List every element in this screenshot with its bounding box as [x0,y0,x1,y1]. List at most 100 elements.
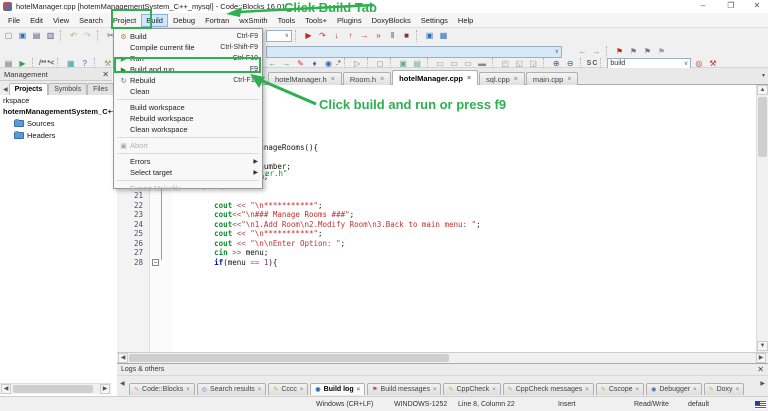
logs-tab-cscope[interactable]: ✎ Cscope × [595,383,645,395]
tab-list-icon[interactable]: ▾ [762,72,765,79]
tree-item-hotemmanagementsystem-c-m[interactable]: hotemManagementSystem_C++_m [3,107,127,116]
next-instruction-icon[interactable]: → [358,30,371,42]
bookmark-icon[interactable]: ⚑ [613,46,626,58]
scroll-up-icon[interactable]: ▲ [757,85,768,95]
menubar-item-debug[interactable]: Debug [168,14,200,27]
close-button[interactable]: ✕ [748,1,766,11]
menubar-item-view[interactable]: View [48,14,74,27]
step-instruction-icon[interactable]: » [372,30,385,42]
menubar-item-doxyblocks[interactable]: DoxyBlocks [367,14,416,27]
editor-tab-hotelmanager-h[interactable]: hotelManager.h × [268,72,342,86]
logs-scroll-right-icon[interactable]: ▶ [760,380,765,387]
tab-close-icon[interactable]: × [331,76,335,83]
stop-debug-icon[interactable]: ■ [400,30,413,42]
logs-tab-debugger[interactable]: ◉ Debugger × [646,383,702,395]
build-menu-item-select-target[interactable]: Select target ▶ [114,167,262,178]
scroll-down-icon[interactable]: ▼ [757,341,768,351]
maximize-button[interactable]: ❐ [722,1,740,11]
tabs-scroll-left-icon[interactable]: ◀ [2,86,9,95]
open-file-icon[interactable]: ▣ [16,30,29,42]
scroll-left-icon[interactable]: ◀ [1,384,11,394]
management-tab-symbols[interactable]: Symbols [48,83,88,95]
chevron-down-icon[interactable]: ∨ [684,60,688,67]
scroll-right-icon[interactable]: ▶ [756,353,766,363]
scroll-thumb[interactable] [129,354,449,362]
menubar-item-tools[interactable]: Tools+ [300,14,332,27]
scroll-right-icon[interactable]: ▶ [100,384,110,394]
logs-tab-build-messages[interactable]: ⚑ Build messages × [367,383,442,395]
tree-item-sources[interactable]: Sources [14,119,55,128]
menubar-item-tools[interactable]: Tools [273,14,301,27]
build-menu-item-errors[interactable]: Errors ▶ [114,156,262,167]
management-close-icon[interactable]: ✕ [102,70,109,79]
redo-icon[interactable]: ↷ [81,30,94,42]
clear-bookmarks-icon[interactable]: ⚑ [655,46,668,58]
management-tab-files[interactable]: Files [87,83,114,95]
editor-tab-sql-cpp[interactable]: sql.cpp × [479,72,525,86]
logs-tab-search-results[interactable]: ◎ Search results × [196,383,267,395]
management-tab-projects[interactable]: Projects [8,83,49,95]
build-menu-item-rebuild[interactable]: ↻ Rebuild Ctrl-F11 [114,75,262,86]
save-all-icon[interactable]: ▥ [44,30,57,42]
editor-tab-main-cpp[interactable]: main.cpp × [525,72,579,86]
tab-close-icon[interactable]: × [585,387,589,393]
menubar-item-wxsmith[interactable]: wxSmith [234,14,272,27]
chevron-down-icon[interactable]: ∨ [555,48,559,55]
tab-close-icon[interactable]: × [467,75,471,82]
menubar-item-plugins[interactable]: Plugins [332,14,367,27]
chevron-down-icon[interactable]: ∨ [285,32,289,39]
tab-close-icon[interactable]: × [258,387,262,393]
build-menu-item-build-workspace[interactable]: Build workspace [114,102,262,113]
logs-scroll-left-icon[interactable]: ◀ [120,380,125,387]
fold-collapse-icon[interactable]: − [152,258,159,266]
tree-item-rkspace[interactable]: rkspace [3,96,29,105]
tab-close-icon[interactable]: × [300,387,304,393]
tab-close-icon[interactable]: × [357,387,361,393]
menubar-item-help[interactable]: Help [453,14,478,27]
build-target-combo[interactable]: ∨ [266,29,292,42]
pause-icon[interactable]: ‖ [386,30,399,42]
tab-close-icon[interactable]: × [567,76,571,83]
build-menu-item-build[interactable]: ⚙ Build Ctrl-F9 [114,31,262,42]
minimize-button[interactable]: – [694,1,712,11]
management-hscrollbar[interactable]: ◀ ▶ [0,383,111,394]
tab-close-icon[interactable]: × [380,76,384,83]
new-file-icon[interactable]: ▢ [2,30,15,42]
build-menu-item-rebuild-workspace[interactable]: Rebuild workspace [114,113,262,124]
tree-item-headers[interactable]: Headers [14,131,55,140]
scroll-left-icon[interactable]: ◀ [118,353,128,363]
editor-tab-room-h[interactable]: Room.h × [342,72,392,86]
undo-icon[interactable]: ↶ [67,30,80,42]
menubar-item-fortran[interactable]: Fortran [200,14,234,27]
debug-window-icon[interactable]: ▣ [423,30,436,42]
scroll-thumb[interactable] [13,385,93,393]
logs-tab-build-log[interactable]: ◉ Build log × [310,383,366,395]
build-menu-item-clean-workspace[interactable]: Clean workspace [114,124,262,135]
back-icon[interactable]: ← [576,46,589,58]
menubar-item-settings[interactable]: Settings [416,14,453,27]
logs-tab-cppcheck[interactable]: ✎ CppCheck × [443,383,501,395]
debug-run-icon[interactable]: ▶ [302,30,315,42]
incremental-search-combo[interactable]: ∨ [266,45,562,58]
step-over-icon[interactable]: ↷ [316,30,329,42]
logs-tab-code-blocks[interactable]: ✎ Code::Blocks × [129,383,195,395]
save-icon[interactable]: ▤ [30,30,43,42]
editor-vscrollbar[interactable]: ▲ ▼ [756,85,768,352]
scroll-thumb[interactable] [758,97,767,157]
logs-tab-cppcheck-messages[interactable]: ✎ CppCheck messages × [502,383,594,395]
logs-tab-doxy[interactable]: ✎ Doxy × [703,383,745,395]
menubar-item-file[interactable]: File [3,14,25,27]
debug-info-icon[interactable]: ▦ [437,30,450,42]
logs-close-icon[interactable]: ✕ [757,365,764,374]
logs-tab-cccc[interactable]: ✎ Cccc × [268,383,309,395]
menubar-item-search[interactable]: Search [74,14,108,27]
build-menu-item-compile-current-file[interactable]: Compile current file Ctrl-Shift-F9 [114,42,262,53]
prev-bookmark-icon[interactable]: ⚑ [627,46,640,58]
tab-close-icon[interactable]: × [693,387,697,393]
menubar-item-edit[interactable]: Edit [25,14,48,27]
forward-icon[interactable]: → [590,46,603,58]
tab-close-icon[interactable]: × [186,387,190,393]
tab-close-icon[interactable]: × [736,387,740,393]
build-menu-item-clean[interactable]: Clean [114,86,262,97]
tab-close-icon[interactable]: × [514,76,518,83]
